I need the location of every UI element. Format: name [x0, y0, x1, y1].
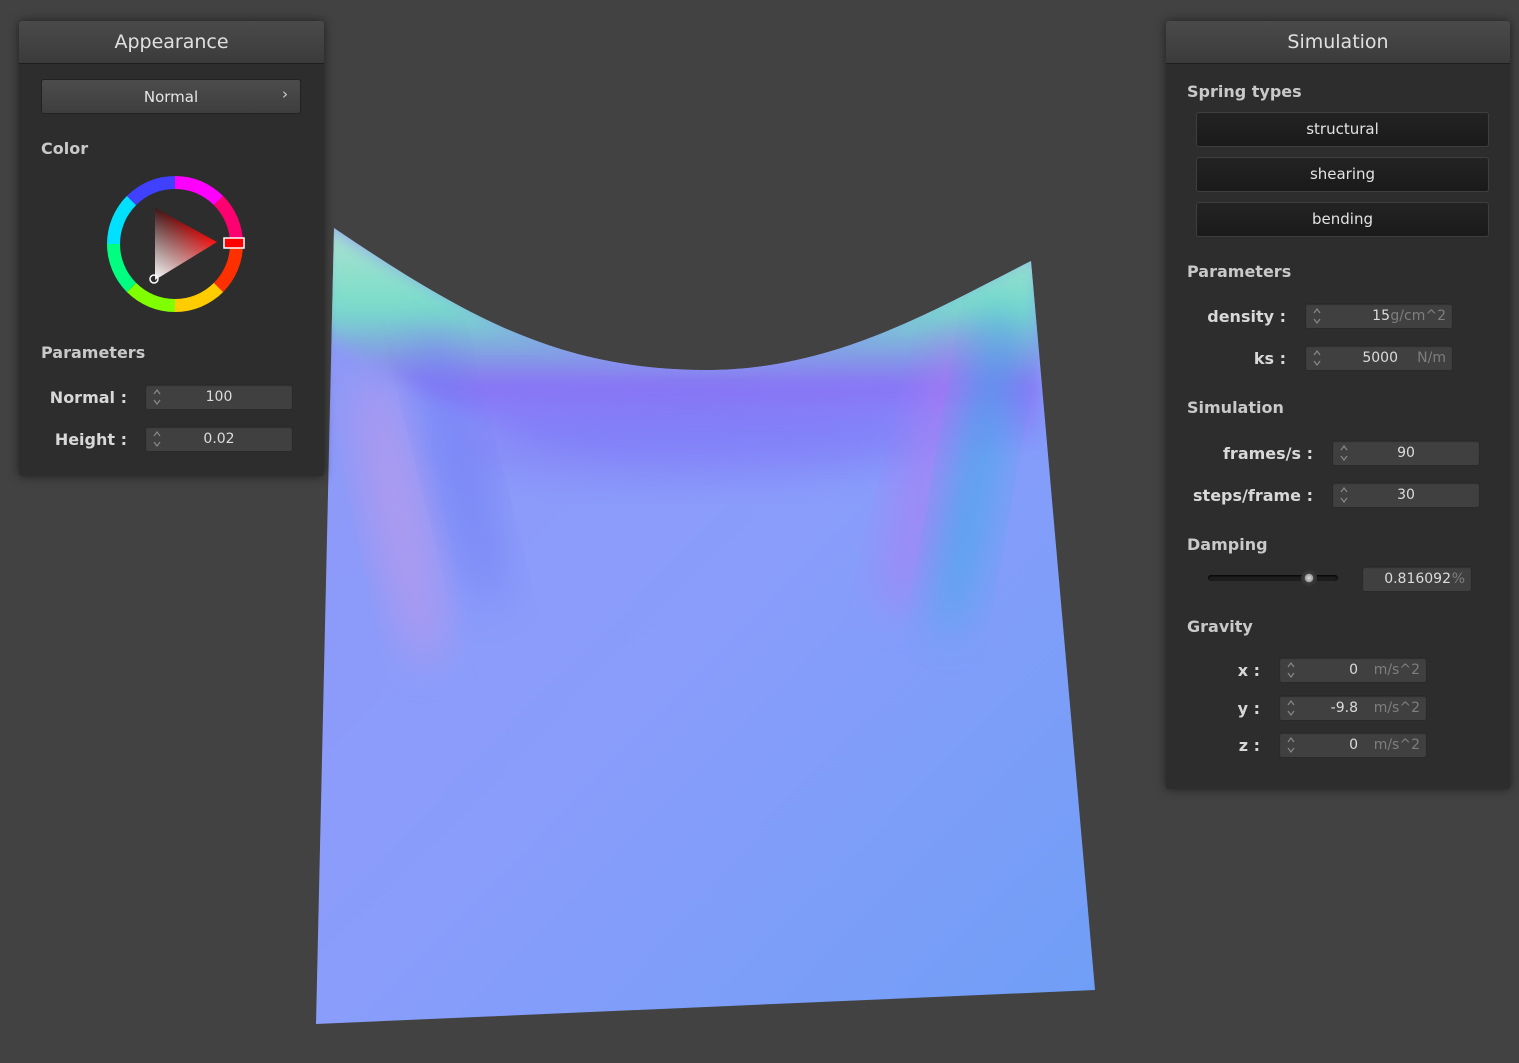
hue-marker[interactable] [223, 237, 245, 249]
gravity-z-field[interactable]: 0 m/s^2 [1279, 732, 1427, 758]
simulation-panel-title[interactable]: Simulation [1166, 21, 1510, 64]
density-label: density : [1207, 307, 1286, 326]
color-section-label: Color [41, 139, 89, 158]
simulation-section-label: Simulation [1187, 398, 1284, 417]
gravity-y-field[interactable]: -9.8 m/s^2 [1279, 695, 1427, 721]
gravity-z-label: z : [1238, 736, 1260, 755]
density-unit: g/cm^2 [1390, 308, 1446, 324]
simulation-panel: Simulation Spring types structural shear… [1166, 21, 1510, 789]
ks-label: ks : [1253, 349, 1286, 368]
appearance-panel: Appearance Normal › Color Parameters Nor… [19, 21, 324, 476]
damping-slider-track [1208, 575, 1338, 581]
chevron-right-icon: › [282, 85, 288, 103]
gravity-label: Gravity [1187, 617, 1253, 636]
height-value: 0.02 [203, 431, 235, 447]
gravity-x-label: x : [1237, 661, 1260, 680]
damping-label: Damping [1187, 535, 1268, 554]
steps-value: 30 [1397, 487, 1415, 503]
ks-unit: N/m [1417, 350, 1446, 366]
damping-slider[interactable] [1208, 570, 1338, 586]
fps-label: frames/s : [1222, 444, 1313, 463]
damping-slider-knob[interactable] [1301, 570, 1318, 586]
normal-value: 100 [205, 389, 233, 405]
gravity-y-unit: m/s^2 [1373, 700, 1420, 716]
appearance-parameters-label: Parameters [41, 343, 146, 362]
appearance-panel-title[interactable]: Appearance [19, 21, 324, 64]
bending-toggle[interactable]: bending [1196, 202, 1489, 237]
color-wheel[interactable] [107, 176, 247, 316]
steps-label: steps/frame : [1193, 486, 1313, 505]
height-label: Height : [54, 430, 127, 449]
gravity-z-value: 0 [1349, 737, 1358, 753]
ks-field[interactable]: 5000 N/m [1305, 345, 1453, 371]
spinner-icon[interactable] [1312, 306, 1322, 326]
spinner-icon[interactable] [1286, 735, 1296, 755]
gravity-y-label: y : [1237, 699, 1260, 718]
gravity-x-field[interactable]: 0 m/s^2 [1279, 657, 1427, 683]
simulation-parameters-label: Parameters [1187, 262, 1292, 281]
density-value: 15 [1372, 308, 1390, 324]
spinner-icon[interactable] [1286, 660, 1296, 680]
gravity-y-value: -9.8 [1330, 700, 1358, 716]
gravity-x-unit: m/s^2 [1373, 662, 1420, 678]
fps-value: 90 [1397, 445, 1415, 461]
structural-toggle[interactable]: structural [1196, 112, 1489, 147]
fps-field[interactable]: 90 [1332, 440, 1480, 466]
spinner-icon[interactable] [1286, 698, 1296, 718]
damping-unit: % [1451, 571, 1465, 587]
steps-field[interactable]: 30 [1332, 482, 1480, 508]
shader-dropdown[interactable]: Normal › [41, 79, 301, 114]
height-field[interactable]: 0.02 [145, 426, 293, 452]
shader-selected-label: Normal [143, 88, 199, 106]
shearing-toggle[interactable]: shearing [1196, 157, 1489, 192]
density-field[interactable]: 15 g/cm^2 [1305, 303, 1453, 329]
gravity-x-value: 0 [1349, 662, 1358, 678]
normal-field[interactable]: 100 [145, 384, 293, 410]
damping-value: 0.816092 [1384, 571, 1451, 587]
ks-value: 5000 [1362, 350, 1398, 366]
damping-field[interactable]: 0.816092 % [1362, 566, 1472, 592]
gravity-z-unit: m/s^2 [1373, 737, 1420, 753]
spinner-icon[interactable] [1312, 348, 1322, 368]
normal-label: Normal : [49, 388, 127, 407]
spring-types-label: Spring types [1187, 82, 1302, 101]
